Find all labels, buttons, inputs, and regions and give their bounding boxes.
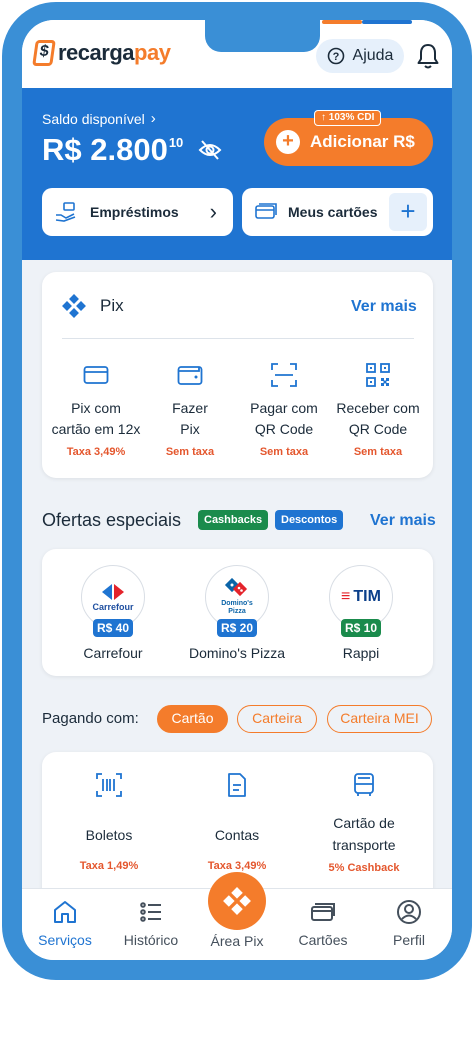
pix-card: Pix Ver mais Pix com cartão em 12x Taxa 3… <box>42 272 433 478</box>
add-card-button[interactable]: + <box>389 193 427 231</box>
card-icon <box>83 366 109 384</box>
logo-text-b: pay <box>134 40 171 65</box>
chip-carteira-mei[interactable]: Carteira MEI <box>327 705 432 733</box>
logo-text-a: recarga <box>58 40 135 65</box>
side-button <box>466 300 472 360</box>
nav-area-pix[interactable]: Área Pix <box>194 929 280 949</box>
tag-descontos[interactable]: Descontos <box>275 510 344 530</box>
pix-icon <box>62 294 86 318</box>
chevron-right-icon: › <box>209 199 217 224</box>
offers-title: Ofertas especiais <box>42 510 182 530</box>
bell-icon[interactable] <box>415 42 441 70</box>
recargapay-logo: $ recargapay <box>32 40 171 66</box>
pix-option-pay-qr[interactable]: Pagar com QR Code Sem taxa <box>237 360 331 458</box>
chip-carteira[interactable]: Carteira <box>237 705 317 733</box>
home-icon <box>54 901 76 923</box>
offer-tim[interactable]: ≡ TIM R$ 10 Rappi <box>301 565 421 661</box>
qr-code-icon <box>366 363 390 387</box>
help-button[interactable]: ? Ajuda <box>316 39 404 73</box>
paying-with-label: Pagando com: <box>42 710 139 727</box>
tag-cashbacks[interactable]: Cashbacks <box>198 510 269 530</box>
hand-money-icon <box>55 202 76 222</box>
my-cards-button[interactable]: Meus cartões + <box>242 188 433 236</box>
app-screen: $ recargapay ? Ajuda Saldo disponível › R… <box>22 20 452 960</box>
plus-icon: + <box>400 196 416 226</box>
loans-button[interactable]: Empréstimos › <box>42 188 233 236</box>
pay-option-boletos[interactable]: Boletos Taxa 1,49% <box>54 770 164 872</box>
side-button <box>466 150 472 190</box>
user-icon <box>397 900 421 924</box>
offers-card: Carrefour R$ 40 Carrefour Domino's Pizza… <box>42 549 433 676</box>
offers-see-more-link[interactable]: Ver mais <box>370 512 436 530</box>
document-icon <box>228 773 246 797</box>
camera-notch <box>205 20 320 52</box>
arrow-up-icon: ↑ <box>321 112 326 123</box>
color-strip <box>362 20 412 24</box>
color-strip <box>322 20 362 24</box>
plus-icon: + <box>276 130 300 154</box>
scan-icon <box>271 363 297 387</box>
wallet-icon <box>177 366 203 385</box>
offer-price-badge: R$ 40 <box>93 619 133 637</box>
barcode-icon <box>96 773 122 797</box>
pay-option-contas[interactable]: Contas Taxa 3,49% <box>182 770 292 872</box>
nav-servicos[interactable]: Serviços <box>22 899 108 948</box>
carrefour-logo-icon <box>102 584 124 600</box>
eye-off-icon[interactable] <box>198 138 222 162</box>
chevron-right-icon: › <box>150 110 156 127</box>
pix-option-receive-qr[interactable]: Receber com QR Code Sem taxa <box>331 360 425 458</box>
chip-cartao[interactable]: Cartão <box>157 705 228 733</box>
cards-icon <box>311 903 335 921</box>
offer-carrefour[interactable]: Carrefour R$ 40 Carrefour <box>53 565 173 661</box>
pix-header: Pix <box>62 294 124 318</box>
dominos-logo-icon <box>224 578 248 597</box>
balance-label[interactable]: Saldo disponível › <box>42 110 156 127</box>
tim-logo-icon: ≡ <box>341 588 351 605</box>
svg-text:?: ? <box>332 51 339 63</box>
nav-historico[interactable]: Histórico <box>108 899 194 948</box>
offer-price-badge: R$ 20 <box>217 619 257 637</box>
help-label: Ajuda <box>352 47 394 64</box>
balance-amount: R$ 2.800 10 <box>42 132 184 167</box>
cdi-badge: ↑ 103% CDI <box>314 110 382 126</box>
bus-icon <box>354 773 374 796</box>
divider <box>62 338 414 339</box>
offer-dominos[interactable]: Domino's Pizza R$ 20 Domino's Pizza <box>177 565 297 661</box>
list-icon <box>140 902 161 922</box>
pix-see-more-link[interactable]: Ver mais <box>351 298 417 316</box>
offer-price-badge: R$ 10 <box>341 619 381 637</box>
balance-section: Saldo disponível › R$ 2.800 10 + Adicionar… <box>22 88 452 260</box>
pix-option-card-12x[interactable]: Pix com cartão em 12x Taxa 3,49% <box>49 360 143 458</box>
pay-option-transporte[interactable]: Cartão de transporte 5% Cashback <box>309 770 419 874</box>
cards-icon <box>255 203 277 219</box>
question-icon: ? <box>327 47 344 65</box>
logo-mark-icon: $ <box>32 40 56 66</box>
pix-option-send[interactable]: Fazer Pix Sem taxa <box>143 360 237 458</box>
nav-cartoes[interactable]: Cartões <box>280 899 366 948</box>
pix-icon <box>223 887 251 915</box>
nav-perfil[interactable]: Perfil <box>366 899 452 948</box>
pix-fab-button[interactable] <box>208 872 266 930</box>
